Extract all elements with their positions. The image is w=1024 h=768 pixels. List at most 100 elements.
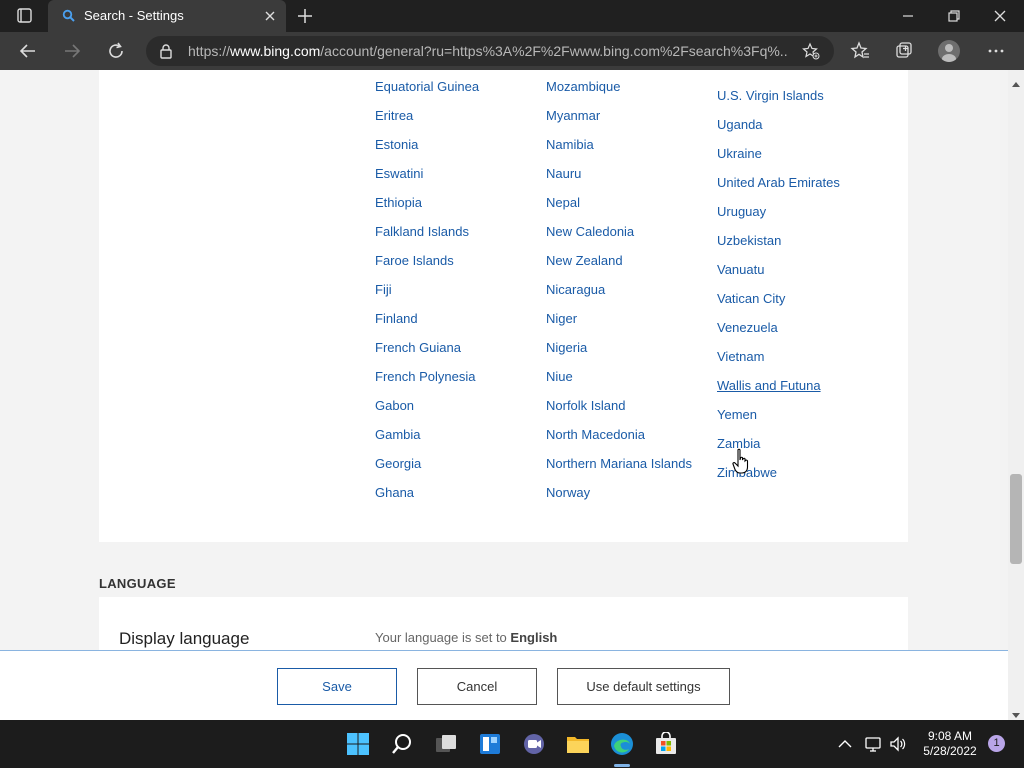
bing-search-icon	[62, 9, 76, 23]
back-icon[interactable]	[18, 41, 38, 61]
country-list-item: Northern Mariana Islands	[546, 456, 692, 485]
country-link-vanuatu[interactable]: Vanuatu	[717, 262, 764, 277]
tab-actions-icon[interactable]	[10, 6, 38, 26]
country-link-french-polynesia[interactable]: French Polynesia	[375, 369, 475, 384]
country-link-gambia[interactable]: Gambia	[375, 427, 421, 442]
country-link-equatorial-guinea[interactable]: Equatorial Guinea	[375, 79, 479, 94]
country-link-wallis-and-futuna[interactable]: Wallis and Futuna	[717, 378, 821, 393]
show-hidden-icons-chevron-icon[interactable]	[836, 735, 854, 753]
teams-chat-icon[interactable]	[522, 732, 546, 756]
forward-icon[interactable]	[62, 41, 82, 61]
country-link-ethiopia[interactable]: Ethiopia	[375, 195, 422, 210]
widgets-icon[interactable]	[478, 732, 502, 756]
search-icon[interactable]	[390, 732, 414, 756]
country-link-uzbekistan[interactable]: Uzbekistan	[717, 233, 781, 248]
country-link-new-zealand[interactable]: New Zealand	[546, 253, 623, 268]
profile-avatar[interactable]	[938, 40, 960, 62]
country-link-nauru[interactable]: Nauru	[546, 166, 581, 181]
country-list-item: Uruguay	[717, 204, 840, 233]
url-text[interactable]: https://www.bing.com/account/general?ru=…	[188, 43, 788, 59]
country-list-item: Venezuela	[717, 320, 840, 349]
country-link-norway[interactable]: Norway	[546, 485, 590, 500]
country-list-item: North Macedonia	[546, 427, 692, 456]
file-explorer-icon[interactable]	[566, 732, 590, 756]
country-link-uganda[interactable]: Uganda	[717, 117, 763, 132]
country-list-item: Faroe Islands	[375, 253, 479, 282]
volume-icon[interactable]	[889, 735, 907, 753]
country-list-item: Norfolk Island	[546, 398, 692, 427]
country-list-item: Yemen	[717, 407, 840, 436]
scroll-up-icon[interactable]	[1012, 76, 1020, 87]
country-link-niger[interactable]: Niger	[546, 311, 577, 326]
country-link-nepal[interactable]: Nepal	[546, 195, 580, 210]
country-list-item: Fiji	[375, 282, 479, 311]
page-scrollbar[interactable]	[1008, 70, 1024, 720]
country-list-item: Falkland Islands	[375, 224, 479, 253]
collections-icon[interactable]	[894, 41, 914, 61]
notification-badge[interactable]: 1	[988, 735, 1005, 752]
country-link-yemen[interactable]: Yemen	[717, 407, 757, 422]
country-link-venezuela[interactable]: Venezuela	[717, 320, 778, 335]
country-link-namibia[interactable]: Namibia	[546, 137, 594, 152]
country-link-georgia[interactable]: Georgia	[375, 456, 421, 471]
address-bar[interactable]: https://www.bing.com/account/general?ru=…	[146, 36, 834, 66]
edge-browser-icon[interactable]	[610, 732, 634, 756]
country-link-falkland-islands[interactable]: Falkland Islands	[375, 224, 469, 239]
active-app-indicator	[614, 764, 630, 767]
country-link-united-arab-emirates[interactable]: United Arab Emirates	[717, 175, 840, 190]
close-tab-icon[interactable]	[262, 8, 278, 24]
lock-icon[interactable]	[158, 43, 174, 59]
country-link-mozambique[interactable]: Mozambique	[546, 79, 620, 94]
country-column-2: Mozambique Myanmar Namibia Nauru Nepal New Ca…	[546, 79, 692, 514]
country-link-u-s-virgin-islands[interactable]: U.S. Virgin Islands	[717, 88, 824, 103]
microsoft-store-icon[interactable]	[654, 731, 678, 756]
country-link-gabon[interactable]: Gabon	[375, 398, 414, 413]
country-list-item: Mozambique	[546, 79, 692, 108]
country-link-french-guiana[interactable]: French Guiana	[375, 340, 461, 355]
country-link-northern-mariana-islands[interactable]: Northern Mariana Islands	[546, 456, 692, 471]
browser-titlebar: Search - Settings	[0, 0, 1024, 32]
use-default-settings-button[interactable]: Use default settings	[557, 668, 730, 705]
display-language-title: Display language	[119, 629, 250, 648]
country-link-ghana[interactable]: Ghana	[375, 485, 414, 500]
country-link-niue[interactable]: Niue	[546, 369, 573, 384]
refresh-icon[interactable]	[106, 41, 126, 61]
save-button[interactable]: Save	[277, 668, 397, 705]
country-list-item: United Arab Emirates	[717, 175, 840, 204]
country-list-item: Norway	[546, 485, 692, 514]
new-tab-icon[interactable]	[296, 7, 314, 25]
cancel-button[interactable]: Cancel	[417, 668, 537, 705]
country-link-vietnam[interactable]: Vietnam	[717, 349, 764, 364]
country-link-fiji[interactable]: Fiji	[375, 282, 392, 297]
country-link-new-caledonia[interactable]: New Caledonia	[546, 224, 634, 239]
country-link-north-macedonia[interactable]: North Macedonia	[546, 427, 645, 442]
scrollbar-thumb[interactable]	[1010, 474, 1022, 564]
more-options-icon[interactable]	[986, 41, 1006, 61]
network-icon[interactable]	[864, 735, 882, 753]
country-link-myanmar[interactable]: Myanmar	[546, 108, 600, 123]
country-link-nigeria[interactable]: Nigeria	[546, 340, 587, 355]
windows-start-icon[interactable]	[346, 732, 370, 756]
country-link-estonia[interactable]: Estonia	[375, 137, 418, 152]
country-link-faroe-islands[interactable]: Faroe Islands	[375, 253, 454, 268]
country-list-item: Nigeria	[546, 340, 692, 369]
minimize-icon[interactable]	[898, 6, 918, 26]
country-link-eritrea[interactable]: Eritrea	[375, 108, 413, 123]
favorites-icon[interactable]	[850, 41, 870, 61]
country-link-finland[interactable]: Finland	[375, 311, 418, 326]
task-view-icon[interactable]	[434, 732, 458, 756]
scroll-down-icon[interactable]	[1012, 706, 1020, 718]
close-window-icon[interactable]	[990, 6, 1010, 26]
country-link-uruguay[interactable]: Uruguay	[717, 204, 766, 219]
country-link-eswatini[interactable]: Eswatini	[375, 166, 423, 181]
country-list-item: Ukraine	[717, 146, 840, 175]
country-list-item: Ethiopia	[375, 195, 479, 224]
system-clock[interactable]: 9:08 AM 5/28/2022	[918, 729, 982, 759]
browser-tab-active[interactable]: Search - Settings	[48, 0, 286, 32]
country-link-ukraine[interactable]: Ukraine	[717, 146, 762, 161]
add-favorite-icon[interactable]	[802, 42, 820, 60]
country-link-vatican-city[interactable]: Vatican City	[717, 291, 785, 306]
country-link-norfolk-island[interactable]: Norfolk Island	[546, 398, 625, 413]
country-link-nicaragua[interactable]: Nicaragua	[546, 282, 605, 297]
restore-icon[interactable]	[944, 6, 964, 26]
